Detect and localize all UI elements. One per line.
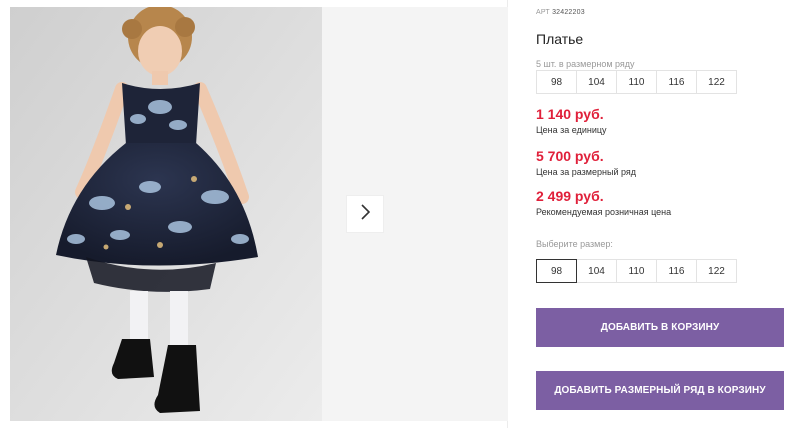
product-photo [10, 7, 322, 421]
pack-price: 5 700 руб. [536, 148, 604, 164]
pack-size-cell: 104 [576, 70, 617, 94]
unit-price-caption: Цена за единицу [536, 125, 607, 135]
article-number: 32422203 [552, 9, 585, 16]
retail-price-caption: Рекомендуемая розничная цена [536, 207, 672, 217]
product-title: Платье [536, 31, 584, 47]
add-to-cart-button[interactable]: ДОБАВИТЬ В КОРЗИНУ [536, 308, 784, 347]
article-code: АРТ 32422203 [536, 9, 585, 16]
article-label: АРТ [536, 9, 550, 16]
pack-price-caption: Цена за размерный ряд [536, 167, 637, 177]
size-select-label: Выберите размер: [536, 239, 613, 249]
size-option-110[interactable]: 110 [616, 259, 657, 283]
retail-price: 2 499 руб. [536, 188, 604, 204]
chevron-right-icon [360, 203, 371, 225]
pack-size-cell: 98 [536, 70, 577, 94]
next-photo-button[interactable] [346, 195, 384, 233]
size-option-122[interactable]: 122 [696, 259, 737, 283]
product-gallery [0, 0, 508, 428]
pack-note: 5 шт. в размерном ряду [536, 59, 635, 69]
size-selector: 98 104 110 116 122 [536, 259, 737, 283]
size-option-104[interactable]: 104 [576, 259, 617, 283]
pack-size-cell: 110 [616, 70, 657, 94]
pack-size-cell: 122 [696, 70, 737, 94]
size-option-116[interactable]: 116 [656, 259, 697, 283]
size-option-98[interactable]: 98 [536, 259, 577, 283]
add-pack-to-cart-button[interactable]: ДОБАВИТЬ РАЗМЕРНЫЙ РЯД В КОРЗИНУ [536, 371, 784, 410]
pack-size-row: 98 104 110 116 122 [536, 70, 737, 94]
unit-price: 1 140 руб. [536, 106, 604, 122]
pack-size-cell: 116 [656, 70, 697, 94]
